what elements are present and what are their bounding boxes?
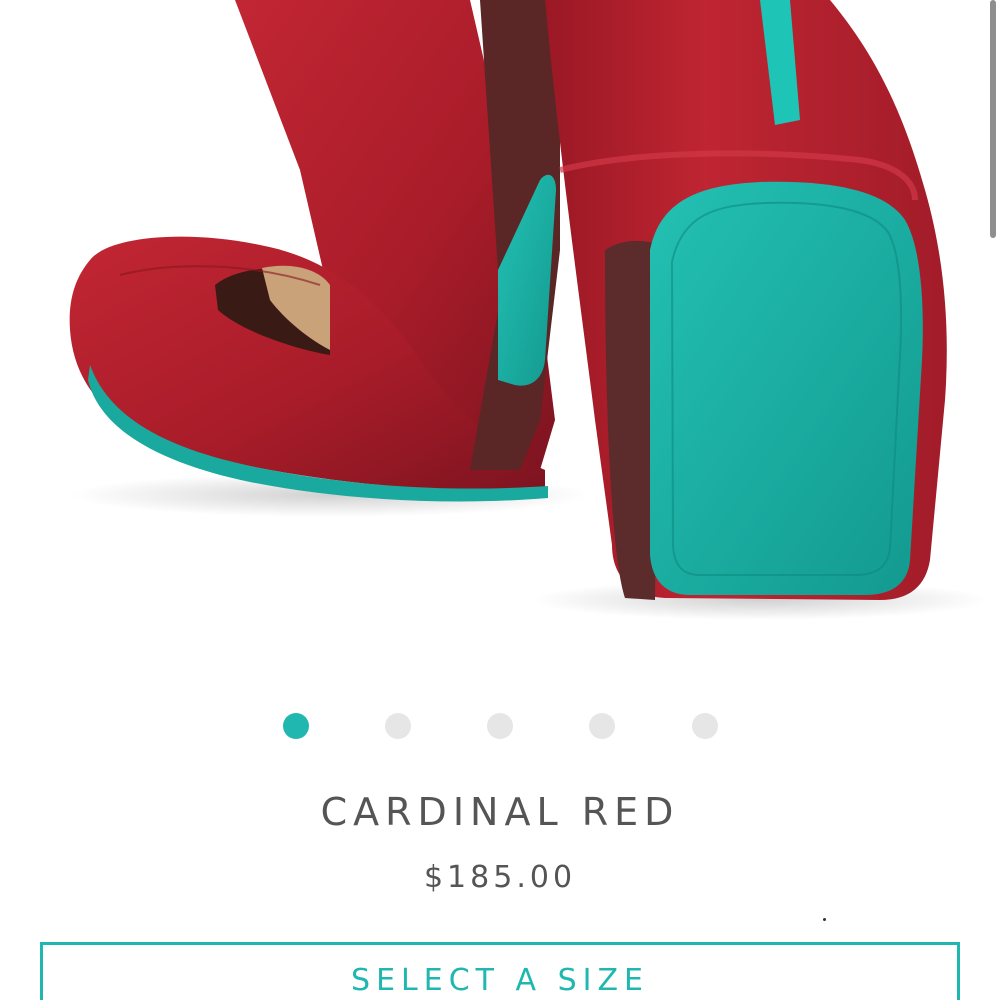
select-size-button[interactable]: SELECT A SIZE [40,942,960,1000]
decorative-dot [823,918,826,921]
carousel-dot-4[interactable] [589,713,615,739]
page-scrollbar[interactable] [990,0,996,238]
carousel-dot-3[interactable] [487,713,513,739]
product-image[interactable] [0,0,1000,690]
carousel-dots [0,712,1000,740]
carousel-dot-2[interactable] [385,713,411,739]
carousel-dot-5[interactable] [692,713,718,739]
product-price: $185.00 [423,860,577,895]
shoe-illustration [69,0,990,620]
product-page: CARDINAL RED $185.00 SELECT A SIZE [0,0,1000,1000]
carousel-dot-1[interactable] [283,713,309,739]
product-title: CARDINAL RED [320,790,680,834]
